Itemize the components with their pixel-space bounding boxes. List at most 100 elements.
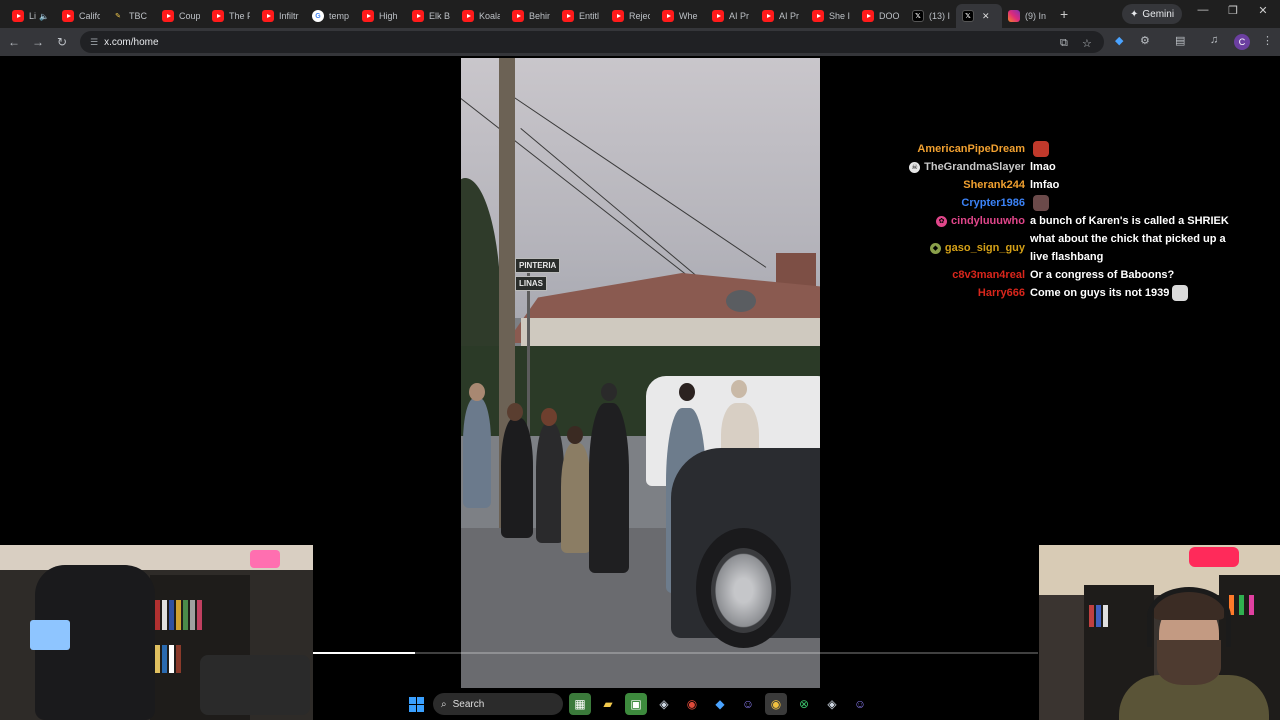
person-head: [507, 403, 523, 421]
person: [536, 423, 564, 543]
browser-tab[interactable]: Whe: [656, 4, 706, 28]
file-explorer-icon[interactable]: ▰: [597, 693, 619, 715]
video-player[interactable]: PINTERIA LINAS: [461, 58, 820, 688]
browser-tab[interactable]: Califo: [56, 4, 106, 28]
minimize-icon[interactable]: —: [1188, 4, 1218, 16]
widgets-icon[interactable]: ▦: [569, 693, 591, 715]
speaker-icon[interactable]: 🔈: [39, 12, 49, 21]
tab-label: Koala: [479, 11, 500, 21]
reload-icon[interactable]: ↻: [50, 35, 74, 49]
discord-icon[interactable]: ☺: [737, 693, 759, 715]
book: [155, 645, 160, 673]
browser-tab[interactable]: DOO: [856, 4, 906, 28]
forward-icon[interactable]: →: [26, 35, 50, 49]
chat-text: Come on guys its not 1939: [1030, 287, 1170, 299]
media-icon[interactable]: ♫: [1210, 34, 1218, 46]
steam-icon[interactable]: ◈: [653, 693, 675, 715]
chat-name-column: Harry666: [880, 284, 1030, 302]
pencil-icon: ✎: [115, 13, 121, 20]
browser-tab[interactable]: The F: [206, 4, 256, 28]
chrome-icon[interactable]: ◉: [765, 693, 787, 715]
start-button[interactable]: [405, 693, 427, 715]
browser-tab[interactable]: High: [356, 4, 406, 28]
browser-tab[interactable]: Behin: [506, 4, 556, 28]
browser-tab[interactable]: Infiltr: [256, 4, 306, 28]
left-webcam: [0, 545, 313, 720]
side-panel-icon[interactable]: ▤: [1175, 34, 1185, 47]
youtube-icon: [862, 10, 874, 22]
person-head: [731, 380, 747, 398]
chat-text: lmfao: [1030, 179, 1060, 191]
taskbar-search[interactable]: ⌕ Search: [433, 693, 563, 715]
extension-icon[interactable]: ◆: [1115, 34, 1123, 47]
chat-username[interactable]: TheGrandmaSlayer: [924, 158, 1025, 176]
close-window-icon[interactable]: ✕: [1248, 4, 1278, 17]
search-icon: ⌕: [441, 698, 447, 710]
browser-tab[interactable]: Coup: [156, 4, 206, 28]
person: [501, 418, 533, 538]
browser-tab[interactable]: Elk B: [406, 4, 456, 28]
browser-tab[interactable]: Gtemp: [306, 4, 356, 28]
youtube-icon: [812, 10, 824, 22]
bookmark-star-icon[interactable]: ☆: [1082, 37, 1092, 50]
address-bar[interactable]: ☰ x.com/home ⧉ ☆: [80, 31, 1104, 53]
browser-tab[interactable]: Koala: [456, 4, 506, 28]
chat-name-column: AmericanPipeDream: [880, 140, 1030, 158]
chat-text-column: lmfao: [1030, 176, 1245, 194]
browser-tab[interactable]: She I: [806, 4, 856, 28]
chat-username[interactable]: gaso_sign_guy: [945, 239, 1025, 257]
chat-message: Sherank244 lmfao: [880, 176, 1260, 194]
discord-icon[interactable]: ☺: [849, 693, 871, 715]
app-icon[interactable]: ◆: [709, 693, 731, 715]
gemini-button[interactable]: ✦ Gemini: [1122, 4, 1183, 24]
youtube-icon: [362, 10, 374, 22]
profile-avatar[interactable]: C: [1234, 34, 1250, 50]
chat-username[interactable]: cindyluuuwho: [951, 212, 1025, 230]
browser-tab[interactable]: (9) In: [1002, 4, 1052, 28]
browser-tab[interactable]: ✎ TBC C: [106, 4, 156, 28]
site-info-icon[interactable]: ☰: [90, 37, 98, 48]
chat-text: what about the chick that picked up a li…: [1030, 233, 1226, 263]
back-icon[interactable]: ←: [2, 35, 26, 49]
chat-text: a bunch of Karen's is called a SHRIEK: [1030, 215, 1229, 227]
browser-tab[interactable]: Rejec: [606, 4, 656, 28]
chat-username[interactable]: Harry666: [978, 284, 1025, 302]
chrome-icon[interactable]: ◉: [681, 693, 703, 715]
chat-username[interactable]: Sherank244: [963, 176, 1025, 194]
xbox-icon[interactable]: ⊗: [793, 693, 815, 715]
install-icon[interactable]: ⧉: [1060, 37, 1068, 50]
chat-name-column: ☠ TheGrandmaSlayer: [880, 158, 1030, 176]
person: [589, 403, 629, 573]
chat-username[interactable]: AmericanPipeDream: [917, 140, 1025, 158]
browser-tab[interactable]: Entitl: [556, 4, 606, 28]
chat-username[interactable]: c8v3man4real: [952, 266, 1025, 284]
browser-tab[interactable]: AI Pr: [756, 4, 806, 28]
tab-label: Rejec: [629, 11, 650, 21]
chat-username[interactable]: Crypter1986: [961, 194, 1025, 212]
minecraft-icon[interactable]: ▣: [625, 693, 647, 715]
active-tab[interactable]: 𝕏 ✕: [956, 4, 1002, 28]
youtube-icon: [462, 10, 474, 22]
menu-icon[interactable]: ⋮: [1262, 34, 1273, 47]
browser-tab[interactable]: Li 🔈: [6, 4, 56, 28]
browser-tab[interactable]: 𝕏 (13) I: [906, 4, 956, 28]
book: [1096, 605, 1101, 627]
new-tab-icon[interactable]: +: [1060, 6, 1068, 22]
close-tab-icon[interactable]: ✕: [982, 11, 990, 22]
satellite-dish: [726, 290, 756, 312]
book: [169, 600, 174, 630]
browser-tab[interactable]: AI Pr: [706, 4, 756, 28]
tab-label: (9) In: [1025, 11, 1046, 21]
neon-sign: [1189, 547, 1239, 567]
youtube-icon: [162, 10, 174, 22]
video-progress-track[interactable]: [313, 652, 1038, 654]
restore-icon[interactable]: ❐: [1218, 4, 1248, 17]
book: [169, 645, 174, 673]
sparkle-icon: ✦: [1130, 8, 1139, 20]
puzzle-icon[interactable]: ⚙: [1140, 34, 1150, 47]
book: [197, 600, 202, 630]
tab-label: TBC C: [129, 11, 150, 21]
street-sign: LINAS: [515, 276, 547, 291]
youtube-icon: [12, 10, 24, 22]
steam-icon[interactable]: ◈: [821, 693, 843, 715]
